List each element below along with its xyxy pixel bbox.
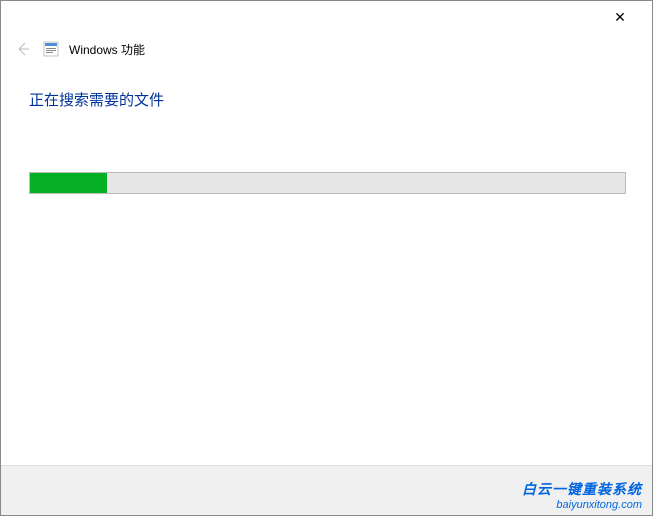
progress-fill: [30, 173, 107, 193]
close-icon: ✕: [614, 9, 626, 26]
progress-bar: [29, 172, 626, 194]
back-arrow-icon: [15, 41, 31, 57]
status-heading: 正在搜索需要的文件: [29, 89, 624, 110]
watermark-text-1: 白云一键重装系统: [522, 479, 642, 499]
windows-features-icon: [43, 41, 59, 57]
content-area: 正在搜索需要的文件: [1, 67, 652, 194]
titlebar: ✕: [1, 1, 652, 33]
watermark: 白云一键重装系统 baiyunxitong.com: [522, 479, 642, 511]
watermark-text-2: baiyunxitong.com: [522, 499, 642, 511]
back-button[interactable]: [13, 39, 33, 59]
window-title: Windows 功能: [69, 41, 145, 58]
close-button[interactable]: ✕: [600, 3, 640, 31]
header: Windows 功能: [1, 33, 652, 67]
